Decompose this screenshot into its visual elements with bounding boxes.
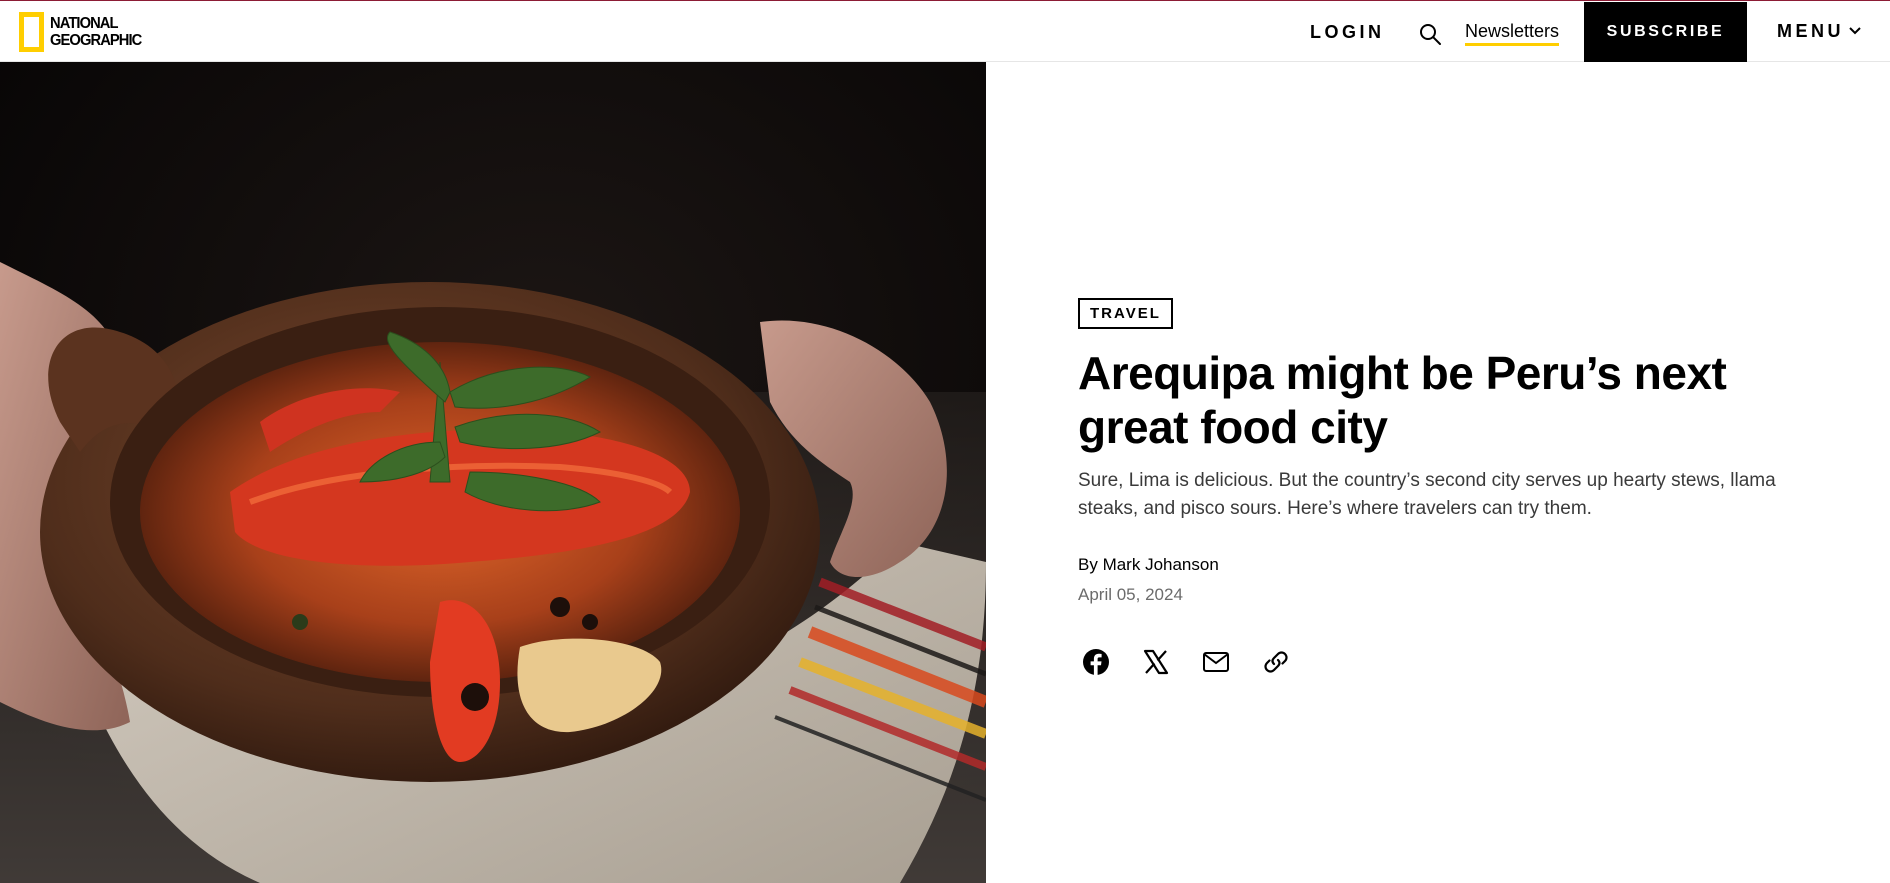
login-link[interactable]: LOGIN (1310, 19, 1385, 45)
subscribe-label: SUBSCRIBE (1606, 23, 1725, 40)
x-icon[interactable] (1138, 644, 1174, 680)
byline-prefix: By (1078, 555, 1103, 574)
subscribe-button[interactable]: SUBSCRIBE (1584, 2, 1747, 62)
site-header: NATIONAL GEOGRAPHIC LOGIN Newsletters SU… (0, 1, 1890, 62)
article-headline: Arequipa might be Peru’s next great food… (1078, 347, 1727, 453)
search-icon[interactable] (1418, 22, 1442, 46)
article-header: TRAVEL Arequipa might be Peru’s next gre… (986, 62, 1890, 883)
email-icon[interactable] (1198, 644, 1234, 680)
menu-label: MENU (1777, 20, 1844, 41)
logo-wordmark: NATIONAL GEOGRAPHIC (50, 15, 142, 49)
natgeo-logo[interactable]: NATIONAL GEOGRAPHIC (19, 12, 149, 52)
newsletters-link[interactable]: Newsletters (1465, 18, 1560, 46)
menu-button[interactable]: MENU (1777, 18, 1862, 44)
byline: By Mark Johanson (1078, 553, 1219, 577)
hero-image (0, 62, 986, 883)
publish-date: April 05, 2024 (1078, 585, 1183, 604)
share-bar (1078, 644, 1318, 680)
logo-line-1: NATIONAL (50, 15, 119, 32)
chevron-down-icon (1849, 27, 1861, 35)
link-icon[interactable] (1258, 644, 1294, 680)
yellow-border-icon (19, 12, 44, 52)
category-tag[interactable]: TRAVEL (1078, 298, 1173, 329)
author-link[interactable]: Mark Johanson (1103, 555, 1219, 574)
logo-line-2: GEOGRAPHIC (50, 32, 142, 49)
facebook-icon[interactable] (1078, 644, 1114, 680)
article-dek: Sure, Lima is delicious. But the country… (1078, 470, 1776, 519)
crayfish-stew-photo (0, 62, 986, 883)
